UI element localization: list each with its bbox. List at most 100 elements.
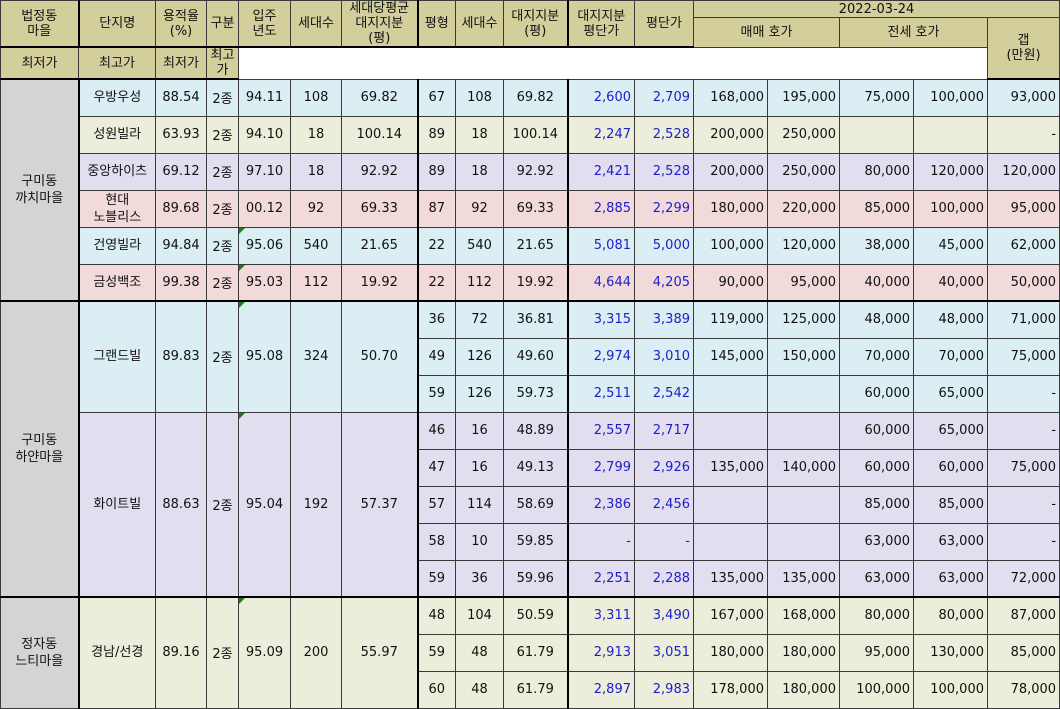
zone-type: 2종 — [206, 78, 239, 117]
jeonse-max: 65,000 — [913, 374, 988, 413]
sale-max — [767, 374, 840, 413]
avg-land-share: 100.14 — [341, 115, 419, 154]
move-in-year: 97.10 — [238, 152, 291, 191]
sale-max: 250,000 — [767, 115, 840, 154]
type-units: 48 — [455, 633, 504, 672]
complex-name: 그랜드빌 — [78, 300, 156, 413]
land-share: 100.14 — [503, 115, 569, 154]
type-units: 114 — [455, 485, 504, 524]
land-price-per-pyeong: 2,421 — [567, 152, 635, 191]
pyeong-size: 36 — [417, 300, 456, 339]
table-row: 금성백조 99.38 2종 95.03 112 19.92 22 112 19.92 4,644 4… — [1, 263, 1060, 302]
jeonse-max: 100,000 — [913, 78, 988, 117]
avg-land-share: 57.37 — [341, 411, 419, 598]
header-land: 대지지분 (평) — [503, 0, 569, 48]
region-cell: 구미동 까치마을 — [0, 78, 80, 302]
type-units: 92 — [455, 189, 504, 228]
zone-type: 2종 — [206, 596, 239, 709]
jeonse-min: 70,000 — [839, 337, 914, 376]
land-share: 61.79 — [503, 633, 569, 672]
land-share: 48.89 — [503, 411, 569, 450]
land-share: 69.33 — [503, 189, 569, 228]
land-share: 49.60 — [503, 337, 569, 376]
jeonse-max: 65,000 — [913, 411, 988, 450]
land-price-per-pyeong: 4,644 — [567, 263, 635, 302]
sale-min: 200,000 — [693, 115, 768, 154]
gap-amount: - — [986, 522, 1060, 561]
avg-land-share: 21.65 — [341, 226, 419, 265]
land-share: 58.69 — [503, 485, 569, 524]
floor-area-ratio: 88.63 — [155, 411, 207, 598]
gap-amount: 75,000 — [986, 448, 1060, 487]
header-date: 2022-03-24 — [692, 0, 1060, 18]
move-in-year: 95.03 — [238, 263, 291, 302]
pyeong-size: 49 — [417, 337, 456, 376]
sale-max: 220,000 — [767, 189, 840, 228]
pyeong-size: 46 — [417, 411, 456, 450]
move-in-year: 95.04 — [238, 411, 291, 598]
land-share: 36.81 — [503, 300, 569, 339]
land-share: 21.65 — [503, 226, 569, 265]
zone-type: 2종 — [206, 411, 239, 598]
complex-name: 우방우성 — [78, 78, 156, 117]
jeonse-max: 100,000 — [913, 189, 988, 228]
header-jeonse-max: 최고가 — [206, 46, 239, 80]
header-land-price: 대지지분 평단가 — [567, 0, 635, 48]
move-in-year: 95.06 — [238, 226, 291, 265]
pyeong-size: 47 — [417, 448, 456, 487]
header-type-units: 세대수 — [455, 0, 504, 48]
price-per-pyeong: 2,542 — [634, 374, 694, 413]
table-row: 구미동 하얀마을 그랜드빌 89.83 2종 95.08 324 50.70 36 72 36.8… — [0, 300, 1060, 598]
sale-max: 168,000 — [767, 596, 840, 635]
land-share: 49.13 — [503, 448, 569, 487]
price-per-pyeong: 2,528 — [634, 152, 694, 191]
total-units: 18 — [290, 115, 342, 154]
land-share: 92.92 — [503, 152, 569, 191]
type-units: 126 — [455, 337, 504, 376]
region-cell: 정자동 느티마을 — [0, 596, 80, 709]
jeonse-min: 60,000 — [839, 374, 914, 413]
move-in-year: 95.09 — [238, 596, 291, 709]
sale-max: 135,000 — [767, 559, 840, 598]
jeonse-max: 70,000 — [913, 337, 988, 376]
total-units: 324 — [290, 300, 342, 413]
jeonse-min: 80,000 — [839, 152, 914, 191]
land-price-per-pyeong: 2,511 — [567, 374, 635, 413]
gap-amount: 72,000 — [986, 559, 1060, 598]
jeonse-min: 40,000 — [839, 263, 914, 302]
complex-name: 화이트빌 — [78, 411, 156, 598]
sale-min — [693, 411, 768, 450]
price-per-pyeong: 3,051 — [634, 633, 694, 672]
jeonse-max: 120,000 — [913, 152, 988, 191]
price-per-pyeong: 2,717 — [634, 411, 694, 450]
floor-area-ratio: 89.16 — [155, 596, 207, 709]
table-body: 구미동 까치마을 우방우성 88.54 2종 94.11 108 69.82 67 108 69.… — [0, 78, 1060, 709]
type-units: 36 — [455, 559, 504, 598]
header-pyeong: 평형 — [417, 0, 456, 48]
pyeong-size: 57 — [417, 485, 456, 524]
floor-area-ratio: 89.83 — [155, 300, 207, 413]
jeonse-max: 40,000 — [913, 263, 988, 302]
land-share: 59.85 — [503, 522, 569, 561]
price-per-pyeong: 2,288 — [634, 559, 694, 598]
price-per-pyeong: 4,205 — [634, 263, 694, 302]
sale-min: 100,000 — [693, 226, 768, 265]
gap-amount: 78,000 — [986, 670, 1060, 709]
floor-area-ratio: 88.54 — [155, 78, 207, 117]
avg-land-share: 69.82 — [341, 78, 419, 117]
pyeong-size: 89 — [417, 152, 456, 191]
pyeong-size: 59 — [417, 374, 456, 413]
move-in-year: 00.12 — [238, 189, 291, 228]
land-share: 61.79 — [503, 670, 569, 709]
gap-amount: 50,000 — [986, 263, 1060, 302]
zone-type: 2종 — [206, 189, 239, 228]
header-region: 법정동 마을 — [0, 0, 80, 48]
land-share: 50.59 — [503, 596, 569, 635]
jeonse-max: 63,000 — [913, 522, 988, 561]
header-sale: 매매 호가 — [693, 17, 840, 48]
price-per-pyeong: 3,490 — [634, 596, 694, 635]
region-cell: 구미동 하얀마을 — [0, 300, 80, 598]
sale-max: 125,000 — [767, 300, 840, 339]
gap-amount: 93,000 — [986, 78, 1060, 117]
jeonse-min: 48,000 — [839, 300, 914, 339]
